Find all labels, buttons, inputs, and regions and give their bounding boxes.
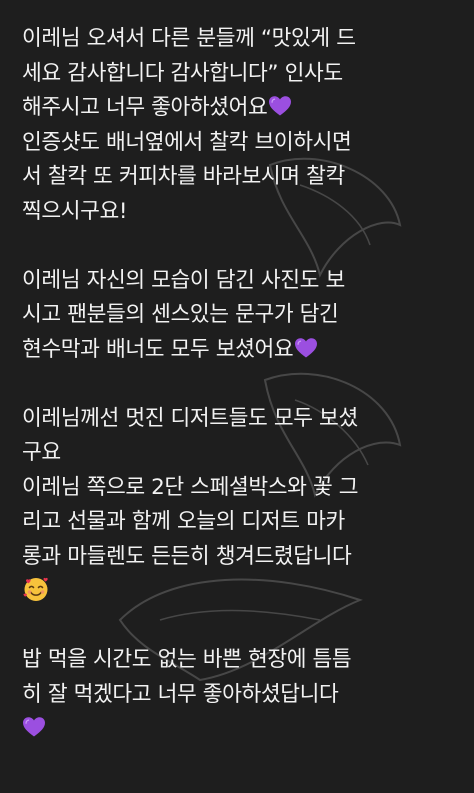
message-line: 찍으시구요!: [22, 198, 128, 224]
message-text: 이레님 오셔서 다른 분들께 “맛있게 드 세요 감사합니다 감사합니다” 인사…: [22, 22, 462, 747]
message-line: 서 찰칵 또 커피차를 바라보시며 찰칵: [22, 164, 345, 189]
message-line: 이레님 오셔서 다른 분들께 “맛있게 드: [22, 26, 356, 51]
message-line: 이레님 자신의 모습이 담긴 사진도 보: [22, 267, 345, 293]
message-line: 이레님 쪽으로 2단 스페셜박스와 꽃 그: [22, 474, 359, 500]
message-line: 인증샷도 배너옆에서 찰칵 브이하시면: [22, 129, 352, 155]
purple-heart-icon: [23, 717, 45, 737]
message-line: 리고 선물과 함께 오늘의 디저트 마카: [22, 509, 345, 534]
message-line: [22, 574, 462, 609]
message-line: 히 잘 먹겠다고 너무 좋아하셨답니다: [22, 681, 339, 707]
message-line: 세요 감사합니다 감사합니다” 인사도: [22, 60, 343, 86]
message-line-text: 해주시고 너무 좋아하셨어요: [22, 95, 268, 120]
message-line: 이레님께선 멋진 디저트들도 모두 보셨: [22, 405, 358, 431]
purple-heart-icon: [269, 96, 292, 116]
message-line: 시고 팬분들의 센스있는 문구가 담긴: [22, 302, 339, 327]
message-line: [22, 712, 462, 747]
message-line: 구요: [22, 440, 61, 465]
purple-heart-icon: [295, 337, 318, 357]
message-line: 롱과 마들렌도 든든히 챙겨드렸답니다: [22, 543, 352, 569]
message-line: 해주시고 너무 좋아하셨어요: [22, 91, 462, 126]
message-line: 밥 먹을 시간도 없는 바쁜 현장에 틈틈: [22, 647, 352, 672]
smiling-face-with-hearts-icon: [23, 577, 48, 601]
message-line: 현수막과 배너도 모두 보셨어요: [22, 333, 462, 368]
chat-screen: 이레님 오셔서 다른 분들께 “맛있게 드 세요 감사합니다 감사합니다” 인사…: [0, 0, 474, 793]
message-line-text: 현수막과 배너도 모두 보셨어요: [22, 336, 294, 362]
